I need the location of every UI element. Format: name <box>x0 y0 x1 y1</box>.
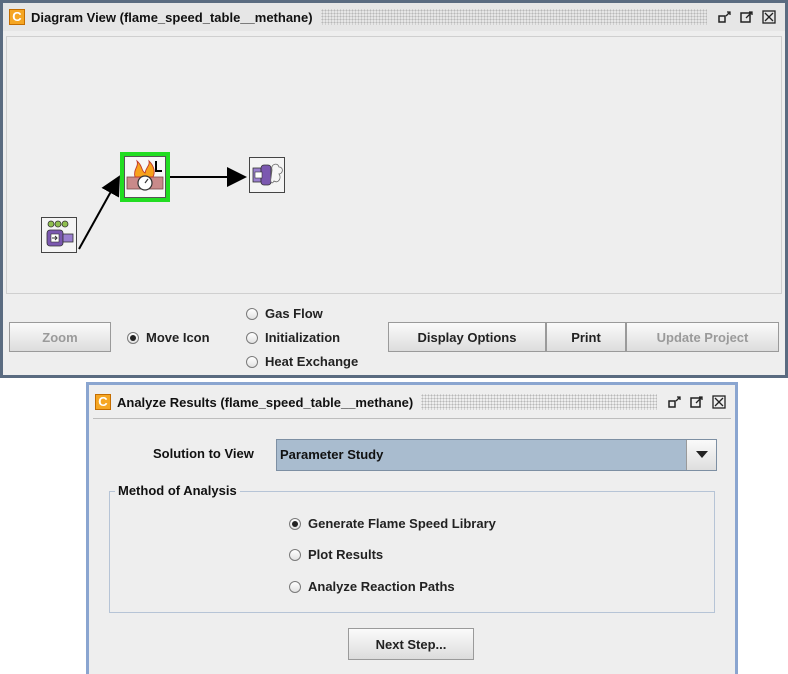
app-logo-icon: C <box>95 394 111 410</box>
update-project-button[interactable]: Update Project <box>626 322 779 352</box>
dropdown-arrow-button[interactable] <box>686 440 716 470</box>
move-icon-radio[interactable]: Move Icon <box>127 330 210 345</box>
inlet-node-icon[interactable] <box>41 217 77 253</box>
diagram-canvas[interactable] <box>6 36 782 294</box>
method-of-analysis-group <box>109 491 715 613</box>
zoom-button[interactable]: Zoom <box>9 322 111 352</box>
heat-exchange-radio[interactable]: Heat Exchange <box>246 354 358 369</box>
chevron-down-icon <box>695 451 708 458</box>
next-step-button[interactable]: Next Step... <box>348 628 474 660</box>
display-options-button[interactable]: Display Options <box>388 322 546 352</box>
solution-to-view-label: Solution to View <box>153 446 254 461</box>
generate-flame-speed-library-radio[interactable]: Generate Flame Speed Library <box>289 516 496 531</box>
analyze-results-titlebar[interactable]: C Analyze Results (flame_speed_table__me… <box>89 389 735 415</box>
maximize-icon[interactable] <box>687 392 707 412</box>
minimize-icon[interactable] <box>665 392 685 412</box>
diagram-view-window: C Diagram View (flame_speed_table__metha… <box>0 0 788 378</box>
plot-results-radio[interactable]: Plot Results <box>289 547 383 562</box>
analyze-reaction-paths-radio[interactable]: Analyze Reaction Paths <box>289 579 455 594</box>
move-icon-radio-button[interactable] <box>127 331 139 344</box>
gas-flow-radio[interactable]: Gas Flow <box>246 306 323 321</box>
initialization-radio[interactable]: Initialization <box>246 330 340 345</box>
diagram-view-title: Diagram View (flame_speed_table__methane… <box>31 9 313 25</box>
print-button[interactable]: Print <box>546 322 626 352</box>
maximize-icon[interactable] <box>737 7 757 27</box>
close-icon[interactable] <box>759 7 779 27</box>
app-logo-icon: C <box>9 9 25 25</box>
close-icon[interactable] <box>709 392 729 412</box>
analyze-results-window: C Analyze Results (flame_speed_table__me… <box>86 382 738 674</box>
outlet-node-icon[interactable] <box>249 157 285 193</box>
solution-to-view-dropdown[interactable]: Parameter Study <box>276 439 717 471</box>
minimize-icon[interactable] <box>715 7 735 27</box>
analyze-results-title: Analyze Results (flame_speed_table__meth… <box>117 394 414 410</box>
solution-to-view-value: Parameter Study <box>280 447 384 462</box>
method-of-analysis-label: Method of Analysis <box>115 483 240 498</box>
diagram-view-titlebar[interactable]: C Diagram View (flame_speed_table__metha… <box>3 3 785 31</box>
flame-speed-reactor-node-icon[interactable] <box>120 152 170 202</box>
